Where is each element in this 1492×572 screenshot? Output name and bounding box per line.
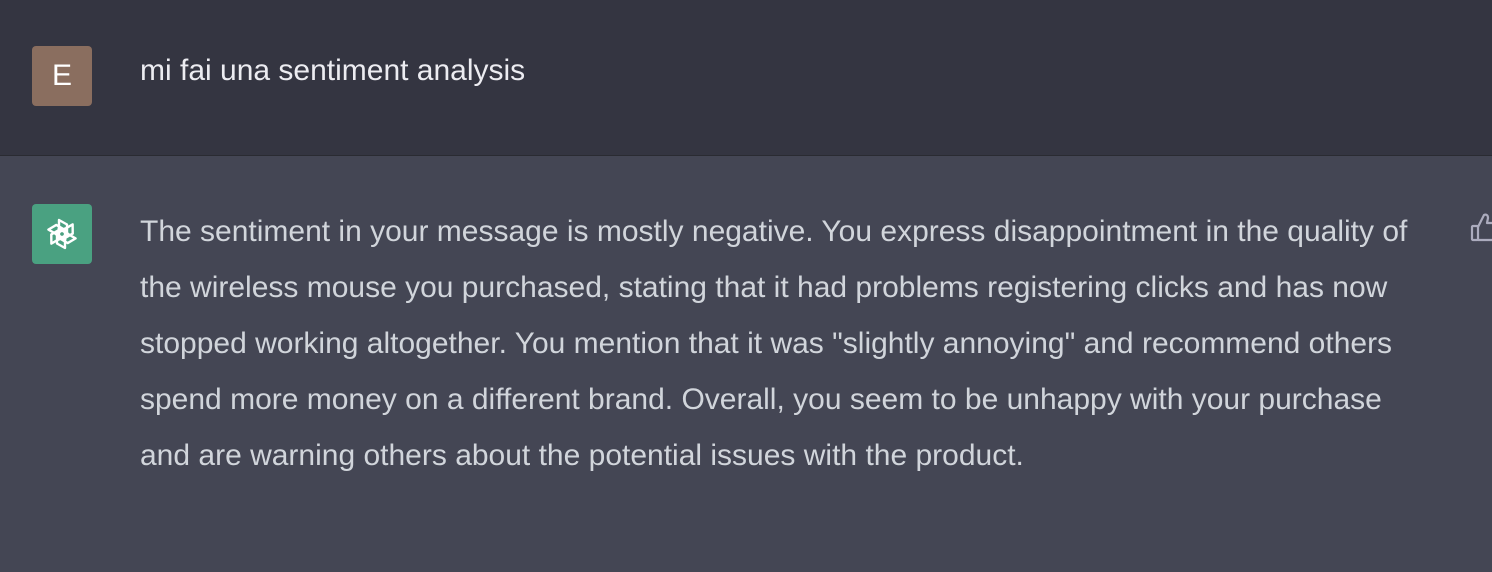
user-message-row: E mi fai una sentiment analysis <box>0 0 1492 156</box>
thumbs-up-icon[interactable] <box>1470 210 1492 244</box>
user-message-text: mi fai una sentiment analysis <box>140 54 526 87</box>
openai-logo-icon <box>47 218 77 250</box>
assistant-avatar <box>32 204 92 264</box>
assistant-message-text: The sentiment in your message is mostly … <box>140 215 1408 472</box>
assistant-message-row: The sentiment in your message is mostly … <box>0 156 1492 572</box>
user-avatar: E <box>32 46 92 106</box>
